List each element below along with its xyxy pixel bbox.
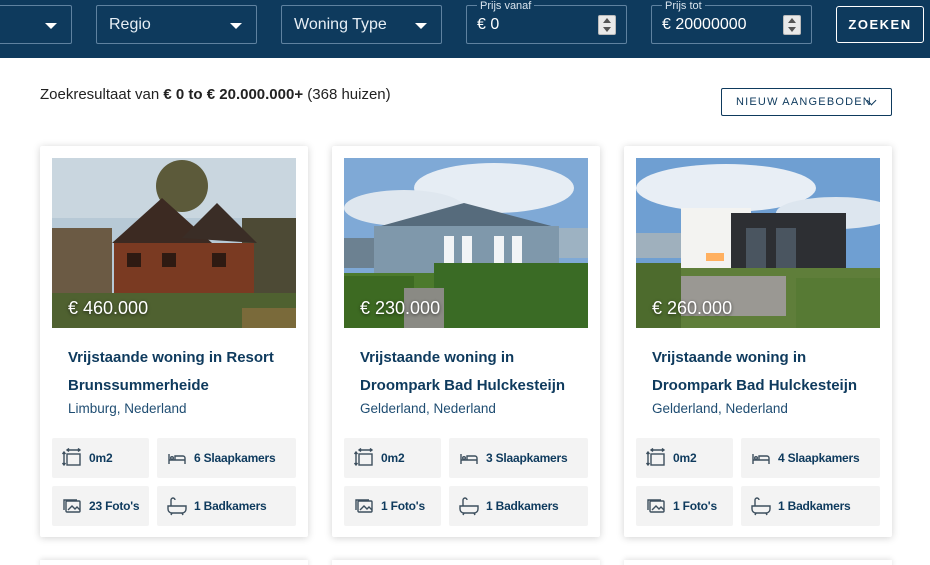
price-to-field[interactable]: Prijs tot € 20000000: [651, 0, 812, 44]
listing-photo[interactable]: € 230.000: [344, 158, 588, 328]
filter-bar: Regio Woning Type Prijs vanaf € 0 Prijs …: [0, 0, 930, 58]
listing-card-partial: [40, 560, 308, 565]
listing-location: Gelderland, Nederland: [652, 401, 788, 416]
results-count: (368 huizen): [303, 86, 391, 103]
area-icon: [62, 448, 82, 467]
sort-label: NIEUW AANGEBODEN: [736, 96, 872, 108]
listing-title[interactable]: Vrijstaande woning in Droompark Bad Hulc…: [652, 344, 872, 400]
photos-icon: [63, 499, 81, 513]
type-select-label: Woning Type: [294, 16, 387, 33]
photos-tile[interactable]: 23 Foto's: [52, 486, 149, 526]
price-from-field[interactable]: Prijs vanaf € 0: [466, 0, 627, 44]
listing-card[interactable]: € 260.000 Vrijstaande woning in Droompar…: [624, 146, 892, 537]
listing-location: Limburg, Nederland: [68, 401, 187, 416]
listing-location: Gelderland, Nederland: [360, 401, 496, 416]
photos-icon: [647, 499, 665, 513]
chevron-down-icon: [45, 23, 57, 29]
results-summary: Zoekresultaat van € 0 to € 20.000.000+ (…: [40, 86, 391, 103]
listing-photo[interactable]: € 460.000: [52, 158, 296, 328]
bathrooms-tile: 1 Badkamers: [741, 486, 880, 526]
chevron-down-icon: [415, 23, 427, 29]
listing-photo[interactable]: € 260.000: [636, 158, 880, 328]
type-select[interactable]: Woning Type: [281, 5, 442, 44]
results-range: € 0 to € 20.000.000+: [163, 86, 304, 103]
price-from-label: Prijs vanaf: [477, 0, 535, 12]
area-icon: [646, 448, 666, 467]
price-from-stepper[interactable]: [598, 15, 616, 35]
bed-icon: [752, 454, 770, 464]
price-to-label: Prijs tot: [662, 0, 705, 12]
area-tile: 0m2: [52, 438, 149, 478]
listing-card-partial: [332, 560, 600, 565]
region-select-label: Regio: [109, 16, 151, 33]
listing-card[interactable]: € 460.000 Vrijstaande woning in Resort B…: [40, 146, 308, 537]
bathtub-icon: [459, 497, 479, 516]
listing-card-partial: [624, 560, 892, 565]
photos-tile[interactable]: 1 Foto's: [636, 486, 733, 526]
area-tile: 0m2: [344, 438, 441, 478]
chevron-down-icon: [230, 23, 242, 29]
price-to-stepper[interactable]: [783, 15, 801, 35]
bed-icon: [460, 454, 478, 464]
search-button[interactable]: ZOEKEN: [836, 6, 924, 43]
bathtub-icon: [167, 497, 187, 516]
listing-card[interactable]: € 230.000 Vrijstaande woning in Droompar…: [332, 146, 600, 537]
listing-title[interactable]: Vrijstaande woning in Droompark Bad Hulc…: [360, 344, 580, 400]
listing-price: € 260.000: [652, 298, 733, 318]
category-select[interactable]: [0, 5, 72, 44]
region-select[interactable]: Regio: [96, 5, 257, 44]
sort-dropdown[interactable]: NIEUW AANGEBODEN: [721, 88, 892, 116]
bathtub-icon: [751, 497, 771, 516]
photos-icon: [355, 499, 373, 513]
bedrooms-tile: 3 Slaapkamers: [449, 438, 588, 478]
bed-icon: [168, 454, 186, 464]
price-from-value[interactable]: € 0: [477, 16, 499, 34]
photos-tile[interactable]: 1 Foto's: [344, 486, 441, 526]
listing-title[interactable]: Vrijstaande woning in Resort Brunssummer…: [68, 344, 288, 400]
bathrooms-tile: 1 Badkamers: [449, 486, 588, 526]
price-to-value[interactable]: € 20000000: [662, 16, 747, 34]
area-icon: [354, 448, 374, 467]
listing-price: € 230.000: [360, 298, 441, 318]
listing-price: € 460.000: [68, 298, 149, 318]
bedrooms-tile: 4 Slaapkamers: [741, 438, 880, 478]
bedrooms-tile: 6 Slaapkamers: [157, 438, 296, 478]
bathrooms-tile: 1 Badkamers: [157, 486, 296, 526]
area-tile: 0m2: [636, 438, 733, 478]
